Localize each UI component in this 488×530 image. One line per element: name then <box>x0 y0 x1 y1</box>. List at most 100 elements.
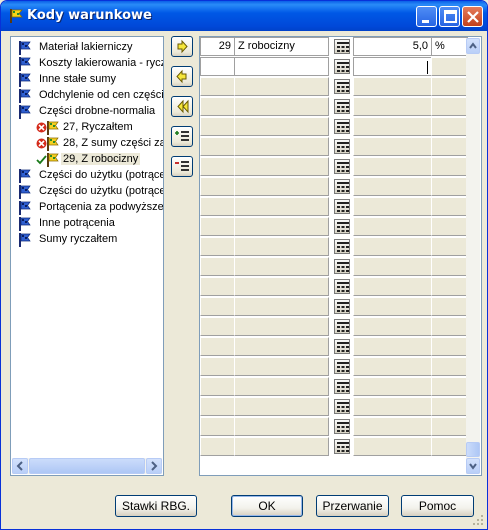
calculator-button[interactable] <box>334 179 350 194</box>
code-cell[interactable] <box>200 197 235 216</box>
value-cell[interactable] <box>353 357 432 376</box>
code-cell[interactable] <box>200 97 235 116</box>
unit-cell[interactable] <box>431 257 468 276</box>
unit-cell[interactable] <box>431 277 468 296</box>
code-cell[interactable] <box>200 57 235 76</box>
calculator-button[interactable] <box>334 119 350 134</box>
calculator-button[interactable] <box>334 419 350 434</box>
unit-cell[interactable] <box>431 357 468 376</box>
horizontal-scrollbar[interactable] <box>12 458 162 474</box>
code-cell[interactable] <box>200 117 235 136</box>
tree-item[interactable]: Portącenia za podwyższe <box>11 200 163 216</box>
unit-cell[interactable] <box>431 197 468 216</box>
value-cell[interactable] <box>353 437 432 456</box>
table-row[interactable] <box>200 177 468 197</box>
calculator-button[interactable] <box>334 439 350 454</box>
name-cell[interactable] <box>234 97 329 116</box>
tree-item[interactable]: Materiał lakierniczy <box>11 40 163 56</box>
name-cell[interactable] <box>234 217 329 236</box>
code-cell[interactable] <box>200 417 235 436</box>
table-row[interactable]: 29 Z robocizny 5,0% <box>200 37 468 57</box>
calculator-button[interactable] <box>334 199 350 214</box>
name-cell[interactable] <box>234 197 329 216</box>
unit-cell[interactable] <box>431 137 468 156</box>
code-cell[interactable] <box>200 157 235 176</box>
unit-cell[interactable] <box>431 237 468 256</box>
unit-cell[interactable] <box>431 377 468 396</box>
tree-item[interactable]: Części do użytku (potrące <box>11 184 163 200</box>
value-cell[interactable] <box>353 137 432 156</box>
table-row[interactable] <box>200 297 468 317</box>
scroll-thumb[interactable] <box>29 458 145 474</box>
name-cell[interactable] <box>234 337 329 356</box>
value-cell[interactable]: 5,0 <box>353 37 432 56</box>
table-row[interactable] <box>200 157 468 177</box>
value-cell[interactable] <box>353 397 432 416</box>
table-row[interactable] <box>200 77 468 97</box>
value-cell[interactable] <box>353 377 432 396</box>
table-row[interactable] <box>200 417 468 437</box>
table-row[interactable] <box>200 137 468 157</box>
unit-cell[interactable] <box>431 437 468 456</box>
table-row[interactable] <box>200 277 468 297</box>
name-cell[interactable] <box>234 297 329 316</box>
code-cell[interactable] <box>200 277 235 296</box>
scroll-down-button[interactable] <box>466 458 480 474</box>
unit-cell[interactable] <box>431 157 468 176</box>
conditions-grid[interactable]: 29 Z robocizny 5,0% <box>199 36 482 476</box>
table-row[interactable] <box>200 97 468 117</box>
unit-cell[interactable] <box>431 117 468 136</box>
calculator-button[interactable] <box>334 339 350 354</box>
code-cell[interactable] <box>200 297 235 316</box>
table-row[interactable] <box>200 57 468 77</box>
table-row[interactable] <box>200 357 468 377</box>
unit-cell[interactable] <box>431 337 468 356</box>
rbg-rates-button[interactable]: Stawki RBG. <box>115 495 197 517</box>
name-cell[interactable] <box>234 397 329 416</box>
close-button[interactable] <box>462 6 483 27</box>
scroll-left-button[interactable] <box>12 458 28 474</box>
calculator-button[interactable] <box>334 79 350 94</box>
insert-row-button[interactable] <box>171 126 193 147</box>
unit-cell[interactable] <box>431 317 468 336</box>
unit-cell[interactable] <box>431 97 468 116</box>
tree-item[interactable]: Odchylenie od cen części <box>11 88 163 104</box>
code-cell[interactable] <box>200 317 235 336</box>
minimize-button[interactable] <box>416 6 437 27</box>
code-cell[interactable]: 29 <box>200 37 235 56</box>
tree-item[interactable]: Części drobne-normalia <box>11 104 163 120</box>
name-cell[interactable]: Z robocizny <box>234 37 329 56</box>
table-row[interactable] <box>200 337 468 357</box>
table-row[interactable] <box>200 117 468 137</box>
code-cell[interactable] <box>200 437 235 456</box>
tree-item[interactable]: Inne stałe sumy <box>11 72 163 88</box>
calculator-button[interactable] <box>334 399 350 414</box>
value-cell[interactable] <box>353 77 432 96</box>
calculator-button[interactable] <box>334 239 350 254</box>
vertical-scrollbar[interactable] <box>466 38 480 474</box>
code-cell[interactable] <box>200 177 235 196</box>
name-cell[interactable] <box>234 277 329 296</box>
code-cell[interactable] <box>200 257 235 276</box>
calculator-button[interactable] <box>334 139 350 154</box>
table-row[interactable] <box>200 317 468 337</box>
value-cell[interactable] <box>353 417 432 436</box>
cancel-button[interactable]: Przerwanie <box>316 495 389 517</box>
calculator-button[interactable] <box>334 299 350 314</box>
unit-cell[interactable] <box>431 77 468 96</box>
value-cell[interactable] <box>353 337 432 356</box>
name-cell[interactable] <box>234 157 329 176</box>
code-cell[interactable] <box>200 357 235 376</box>
condition-tree[interactable]: Sumy ryczałtem Inne potrącenia Portącenia … <box>10 36 164 476</box>
add-right-button[interactable] <box>171 36 193 57</box>
name-cell[interactable] <box>234 177 329 196</box>
tree-item[interactable]: Sumy ryczałtem <box>11 232 163 248</box>
code-cell[interactable] <box>200 377 235 396</box>
calculator-button[interactable] <box>334 359 350 374</box>
name-cell[interactable] <box>234 117 329 136</box>
tree-item[interactable]: Koszty lakierowania - rycz <box>11 56 163 72</box>
code-cell[interactable] <box>200 397 235 416</box>
table-row[interactable] <box>200 437 468 457</box>
calculator-button[interactable] <box>334 59 350 74</box>
unit-cell[interactable] <box>431 57 468 76</box>
